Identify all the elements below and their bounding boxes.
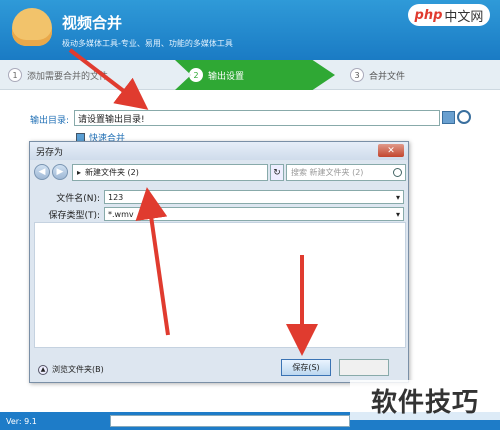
step-label: 合并文件: [369, 71, 406, 82]
step-bar: 1 添加需要合并的文件 2 输出设置 3 合并文件: [0, 60, 500, 90]
step-number: 1: [8, 68, 22, 82]
dialog-title: 另存为: [36, 147, 64, 158]
search-placeholder: 搜索 新建文件夹 (2): [291, 168, 364, 177]
app-title: 视频合并: [62, 14, 123, 32]
step-merge-files[interactable]: 3 合并文件: [350, 60, 405, 90]
search-icon: [393, 168, 402, 177]
step-add-files[interactable]: 1 添加需要合并的文件: [8, 60, 108, 90]
browse-folders-toggle[interactable]: ▲ 浏览文件夹(B): [38, 364, 104, 375]
filename-row: 文件名(N): 123 ▾: [36, 190, 404, 204]
filename-value: 123: [108, 192, 124, 202]
step-number: 2: [189, 68, 203, 82]
brand-cn-text: 中文网: [444, 9, 484, 25]
chevron-down-icon[interactable]: ▾: [396, 193, 400, 202]
output-dir-input[interactable]: 请设置输出目录!: [74, 110, 440, 126]
filetype-row: 保存类型(T): *.wmv ▾: [36, 207, 404, 221]
dialog-search-input[interactable]: 搜索 新建文件夹 (2): [286, 164, 406, 181]
version-text: Ver: 9.1: [6, 416, 37, 426]
step-number: 3: [350, 68, 364, 82]
watermark-text: 软件技巧: [350, 380, 500, 420]
filetype-select[interactable]: *.wmv ▾: [104, 207, 404, 221]
chevron-down-icon[interactable]: ▾: [396, 210, 400, 219]
step-label: 输出设置: [208, 71, 245, 82]
filename-input[interactable]: 123 ▾: [104, 190, 404, 204]
refresh-button[interactable]: ↻: [270, 164, 284, 181]
folder-icon[interactable]: [442, 111, 455, 124]
path-text: 新建文件夹 (2): [85, 168, 139, 177]
filetype-label: 保存类型(T):: [48, 210, 100, 221]
search-icon[interactable]: [457, 110, 471, 124]
filename-label: 文件名(N):: [56, 193, 100, 204]
app-subtitle: 极动多媒体工具-专业、易用、功能的多媒体工具: [62, 39, 233, 48]
php-brand-logo: php 中文网: [408, 4, 490, 26]
close-button[interactable]: ✕: [378, 144, 404, 157]
dialog-titlebar: 另存为: [30, 142, 408, 160]
save-button[interactable]: 保存(S): [281, 359, 331, 376]
brand-php-text: php: [414, 7, 443, 23]
cancel-button[interactable]: [339, 359, 389, 376]
save-as-dialog: 另存为 ✕ ◀ ▶ ▸ 新建文件夹 (2) ↻ 搜索 新建文件夹 (2) 文件名…: [29, 141, 409, 383]
step-output-settings[interactable]: 2 输出设置: [175, 60, 335, 90]
chevron-up-icon: ▲: [38, 364, 48, 375]
folder-icon: ▸: [77, 168, 82, 177]
browse-label: 浏览文件夹(B): [52, 365, 104, 374]
progress-bar: [110, 415, 350, 427]
step-label: 添加需要合并的文件: [27, 71, 109, 82]
output-dir-label: 输出目录:: [30, 116, 70, 126]
filetype-value: *.wmv: [108, 209, 134, 219]
dialog-file-area: [34, 222, 406, 348]
path-breadcrumb[interactable]: ▸ 新建文件夹 (2): [72, 164, 268, 181]
app-header: 视频合并 极动多媒体工具-专业、易用、功能的多媒体工具 php 中文网: [0, 0, 500, 60]
forward-button[interactable]: ▶: [52, 164, 68, 180]
dialog-nav-row: ◀ ▶ ▸ 新建文件夹 (2) ↻ 搜索 新建文件夹 (2): [34, 164, 406, 182]
app-logo: [12, 8, 52, 46]
back-button[interactable]: ◀: [34, 164, 50, 180]
